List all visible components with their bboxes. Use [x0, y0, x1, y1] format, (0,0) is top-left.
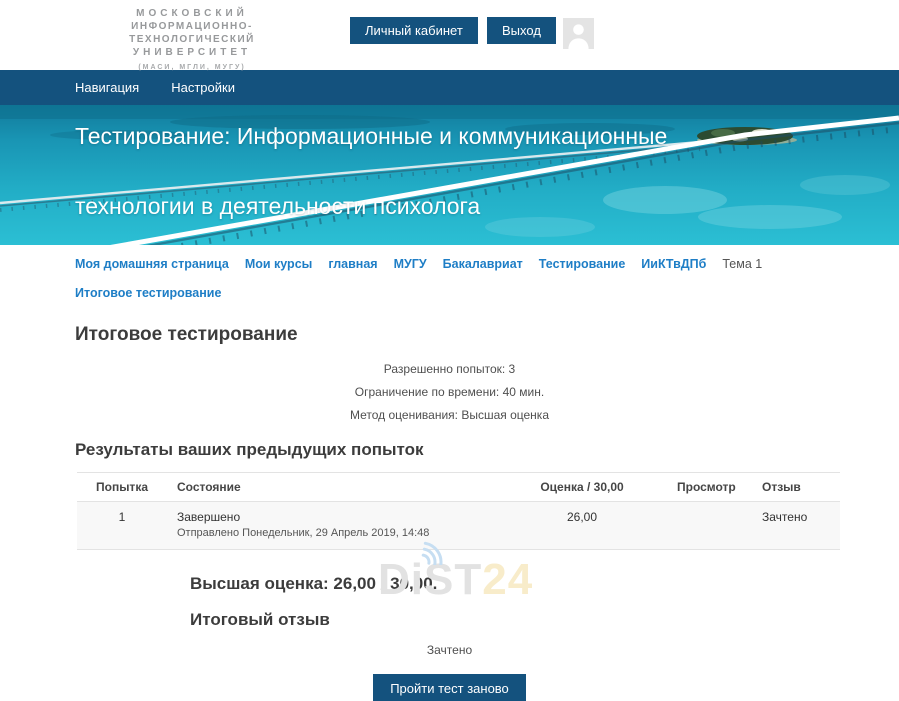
logo-line: МОСКОВСКИЙ [72, 7, 312, 20]
breadcrumb-link-course[interactable]: ИиКТвДПб [641, 257, 706, 271]
quiz-title: Итоговое тестирование [75, 324, 899, 346]
breadcrumb-link-mugu[interactable]: МУГУ [394, 257, 427, 271]
table-row: 1 Завершено Отправлено Понедельник, 29 А… [77, 502, 840, 550]
user-avatar[interactable] [563, 18, 594, 49]
col-header-attempt: Попытка [77, 473, 167, 502]
page-title: Тестирование: Информационные и коммуника… [75, 105, 767, 241]
quiz-info: Разрешенно попыток: 3 Ограничение по вре… [0, 362, 899, 422]
cell-review [667, 502, 752, 550]
breadcrumb-link-testing[interactable]: Тестирование [539, 257, 626, 271]
nav-item-settings[interactable]: Настройки [171, 80, 235, 95]
quiz-attempts-allowed: Разрешенно попыток: 3 [0, 362, 899, 376]
quiz-grading-method: Метод оценивания: Высшая оценка [0, 408, 899, 422]
col-header-state: Состояние [167, 473, 497, 502]
logo-line: УНИВЕРСИТЕТ [72, 46, 312, 59]
breadcrumb-second-line: Итоговое тестирование [0, 286, 899, 300]
col-header-feedback: Отзыв [752, 473, 840, 502]
state-text: Завершено [177, 510, 487, 524]
logo-line: (МАСИ, МГЛИ, МУГУ) [72, 61, 312, 74]
attempts-table: Попытка Состояние Оценка / 30,00 Просмот… [77, 472, 840, 550]
site-header: МОСКОВСКИЙ ИНФОРМАЦИОННО-ТЕХНОЛОГИЧЕСКИЙ… [0, 0, 899, 70]
page: МОСКОВСКИЙ ИНФОРМАЦИОННО-ТЕХНОЛОГИЧЕСКИЙ… [0, 0, 899, 701]
best-grade-text: Высшая оценка: 26,00 / 30,00. [190, 574, 899, 594]
course-banner: Тестирование: Информационные и коммуника… [0, 105, 899, 245]
reattempt-button[interactable]: Пройти тест заново [373, 674, 526, 701]
university-logo: МОСКОВСКИЙ ИНФОРМАЦИОННО-ТЕХНОЛОГИЧЕСКИЙ… [72, 7, 312, 74]
main-navbar: Навигация Настройки [0, 70, 899, 105]
col-header-review: Просмотр [667, 473, 752, 502]
col-header-grade: Оценка / 30,00 [497, 473, 667, 502]
nav-item-navigation[interactable]: Навигация [75, 80, 139, 95]
breadcrumb-link-home[interactable]: Моя домашняя страница [75, 257, 229, 271]
personal-cabinet-button[interactable]: Личный кабинет [350, 17, 478, 44]
final-feedback-heading: Итоговый отзыв [190, 610, 899, 630]
quiz-time-limit: Ограничение по времени: 40 мин. [0, 385, 899, 399]
results-heading: Результаты ваших предыдущих попыток [75, 440, 899, 460]
logo-line: ИНФОРМАЦИОННО-ТЕХНОЛОГИЧЕСКИЙ [72, 20, 312, 46]
watermark-accent: 24 [482, 555, 533, 604]
logout-button[interactable]: Выход [487, 17, 556, 44]
person-icon [563, 18, 594, 49]
dist24-watermark: DiST24 [378, 555, 533, 605]
cell-attempt: 1 [77, 502, 167, 550]
breadcrumb-link-bachelor[interactable]: Бакалавриат [443, 257, 523, 271]
breadcrumb-link-activity[interactable]: Итоговое тестирование [75, 286, 221, 300]
main-content: DiST24 DiST24 Моя домашняя страница Мои … [0, 257, 899, 701]
breadcrumb: Моя домашняя страница Мои курсы главная … [0, 257, 899, 271]
breadcrumb-link-main[interactable]: главная [328, 257, 377, 271]
cell-grade: 26,00 [497, 502, 667, 550]
wifi-arcs-icon [415, 539, 451, 565]
breadcrumb-current: Тема 1 [722, 257, 762, 271]
table-header-row: Попытка Состояние Оценка / 30,00 Просмот… [77, 473, 840, 502]
final-feedback-value: Зачтено [0, 643, 899, 657]
cell-feedback: Зачтено [752, 502, 840, 550]
submitted-text: Отправлено Понедельник, 29 Апрель 2019, … [177, 527, 487, 539]
breadcrumb-link-my-courses[interactable]: Мои курсы [245, 257, 313, 271]
